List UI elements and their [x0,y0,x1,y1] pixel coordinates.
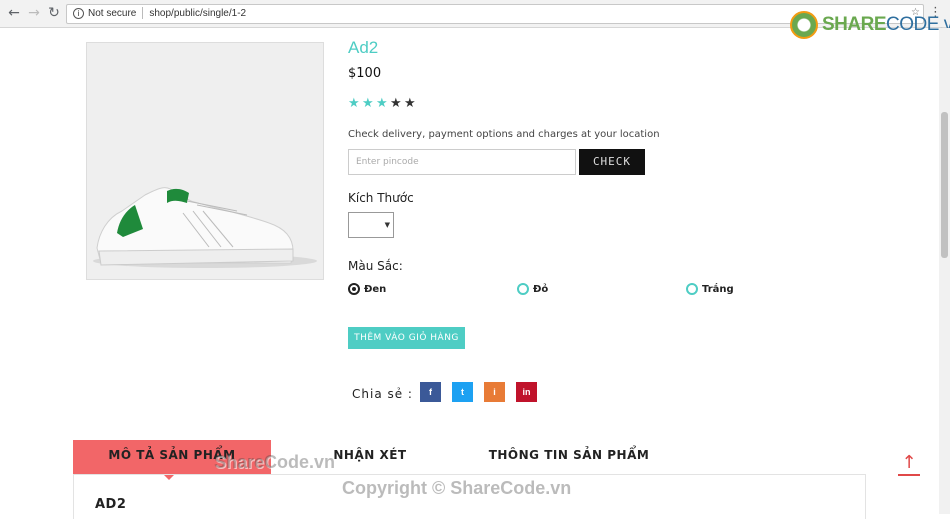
address-divider [142,7,144,20]
size-label: Kích Thước [348,191,414,205]
sharecode-logo: SHARECODE.vn [790,9,950,41]
info-icon[interactable]: i [73,7,84,19]
security-label: Not secure [88,8,137,19]
watermark-mid: ShareCode.vn [214,452,336,472]
chevron-down-icon: ▼ [384,221,390,229]
star-filled-icon: ★ [348,96,360,111]
radio-icon [686,283,698,295]
product-image [86,42,324,280]
forward-icon[interactable]: → [26,5,42,21]
size-select[interactable]: ▼ [348,212,394,238]
arrow-up-icon: ↑ [901,452,917,473]
share-label: Chia sẻ : [352,387,413,401]
reload-icon[interactable]: ↻ [46,5,62,21]
radio-icon [348,283,360,295]
color-label: Màu Sắc: [348,259,403,273]
rating-stars: ★ ★ ★ ★ ★ [348,96,418,111]
facebook-icon[interactable]: f [420,382,441,402]
instagram-icon[interactable]: i [484,382,505,402]
color-radio-red[interactable]: Đỏ [517,283,548,295]
radio-icon [517,283,529,295]
logo-mark-icon [790,11,818,39]
delivery-text: Check delivery, payment options and char… [348,129,660,140]
twitter-icon[interactable]: t [452,382,473,402]
scrollbar-thumb[interactable] [941,112,948,258]
color-radio-black[interactable]: Đen [348,283,386,295]
logo-text: SHARECODE.vn [822,14,950,35]
back-icon[interactable]: ← [6,5,22,21]
page-scrollbar[interactable] [939,28,950,514]
product-price: $100 [348,66,382,81]
url-text: shop/public/single/1-2 [149,8,247,19]
watermark-bottom: Copyright © ShareCode.vn [342,478,572,498]
tab-product-info[interactable]: THÔNG TIN SẢN PHẨM [470,440,668,474]
color-radio-white[interactable]: Trắng [686,283,734,295]
add-to-cart-button[interactable]: THÊM VÀO GIỎ HÀNG [348,327,465,349]
product-title: Ad2 [348,38,379,57]
panel-title: AD2 [95,497,127,512]
star-filled-icon: ★ [362,96,374,111]
sneaker-illustration [93,187,317,268]
pincode-input[interactable]: Enter pincode [348,149,576,175]
linkedin-icon[interactable]: in [516,382,537,402]
star-empty-icon: ★ [404,96,416,111]
star-filled-icon: ★ [376,96,388,111]
star-empty-icon: ★ [390,96,402,111]
scroll-to-top-button[interactable]: ↑ [897,452,921,476]
check-button[interactable]: CHECK [579,149,645,175]
